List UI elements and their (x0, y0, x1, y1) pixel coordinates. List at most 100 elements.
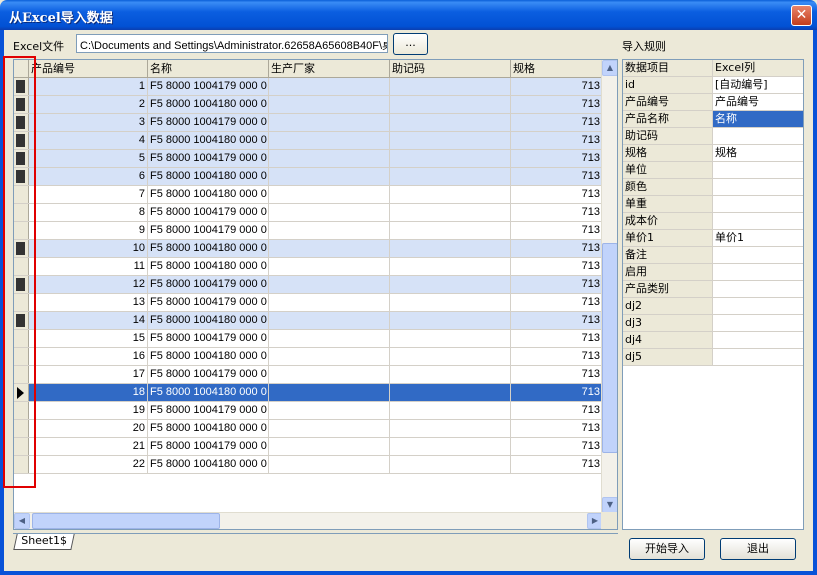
table-row[interactable]: 11 F5 8000 1004180 000 0 0 713 (14, 258, 603, 276)
cell-name[interactable]: F5 8000 1004179 000 0 0 (148, 438, 269, 455)
rule-excel-column[interactable] (713, 162, 803, 178)
cell-manufacturer[interactable] (269, 132, 390, 149)
cell-spec[interactable]: 713 (511, 204, 603, 221)
table-row[interactable]: 9 F5 8000 1004179 000 0 0 713 (14, 222, 603, 240)
cell-name[interactable]: F5 8000 1004180 000 0 0 (148, 132, 269, 149)
rules-row[interactable]: 颜色 (623, 179, 803, 196)
vertical-scrollbar[interactable]: ▲ ▼ (601, 60, 617, 513)
table-row[interactable]: 21 F5 8000 1004179 000 0 0 713 (14, 438, 603, 456)
cell-manufacturer[interactable] (269, 204, 390, 221)
table-row[interactable]: 19 F5 8000 1004179 000 0 0 713 (14, 402, 603, 420)
cell-name[interactable]: F5 8000 1004179 000 0 0 (148, 78, 269, 95)
cell-manufacturer[interactable] (269, 222, 390, 239)
rule-excel-column[interactable] (713, 247, 803, 263)
table-row[interactable]: 14 F5 8000 1004180 000 0 0 713 (14, 312, 603, 330)
rules-row[interactable]: 助记码 (623, 128, 803, 145)
horizontal-scroll-thumb[interactable] (32, 513, 220, 529)
table-row[interactable]: 16 F5 8000 1004180 000 0 0 713 (14, 348, 603, 366)
rule-excel-column[interactable] (713, 264, 803, 280)
cell-product-code[interactable]: 15 (29, 330, 148, 347)
sheet-tab[interactable]: Sheet1$ (13, 534, 75, 550)
cell-product-code[interactable]: 9 (29, 222, 148, 239)
table-row[interactable]: 15 F5 8000 1004179 000 0 0 713 (14, 330, 603, 348)
cell-manufacturer[interactable] (269, 96, 390, 113)
table-row[interactable]: 8 F5 8000 1004179 000 0 0 713 (14, 204, 603, 222)
cell-mnemonic[interactable] (390, 456, 511, 473)
cell-mnemonic[interactable] (390, 312, 511, 329)
cell-product-code[interactable]: 1 (29, 78, 148, 95)
cell-spec[interactable]: 713 (511, 402, 603, 419)
data-grid[interactable]: 产品编号 名称 生产厂家 助记码 规格 1 F5 8000 1004179 000… (13, 59, 618, 530)
cell-product-code[interactable]: 16 (29, 348, 148, 365)
rules-row[interactable]: 成本价 (623, 213, 803, 230)
cell-name[interactable]: F5 8000 1004179 000 0 0 (148, 222, 269, 239)
rule-excel-column[interactable]: 产品编号 (713, 94, 803, 110)
table-row[interactable]: 22 F5 8000 1004180 000 0 0 713 (14, 456, 603, 474)
cell-spec[interactable]: 713 (511, 168, 603, 185)
cell-manufacturer[interactable] (269, 294, 390, 311)
cell-spec[interactable]: 713 (511, 78, 603, 95)
cell-mnemonic[interactable] (390, 78, 511, 95)
cell-mnemonic[interactable] (390, 420, 511, 437)
table-row[interactable]: 6 F5 8000 1004180 000 0 0 713 (14, 168, 603, 186)
cell-name[interactable]: F5 8000 1004179 000 0 0 (148, 330, 269, 347)
cell-manufacturer[interactable] (269, 366, 390, 383)
cell-manufacturer[interactable] (269, 186, 390, 203)
rules-row[interactable]: dj5 (623, 349, 803, 366)
scroll-left-icon[interactable]: ◀ (14, 513, 30, 529)
cell-manufacturer[interactable] (269, 420, 390, 437)
cell-mnemonic[interactable] (390, 168, 511, 185)
rules-row[interactable]: 产品类别 (623, 281, 803, 298)
cell-product-code[interactable]: 17 (29, 366, 148, 383)
cell-product-code[interactable]: 4 (29, 132, 148, 149)
cell-mnemonic[interactable] (390, 258, 511, 275)
cell-mnemonic[interactable] (390, 330, 511, 347)
table-row[interactable]: 20 F5 8000 1004180 000 0 0 713 (14, 420, 603, 438)
excel-path-field[interactable]: C:\Documents and Settings\Administrator.… (76, 34, 388, 53)
rule-excel-column[interactable]: 单价1 (713, 230, 803, 246)
cell-mnemonic[interactable] (390, 366, 511, 383)
rules-row[interactable]: 产品名称 名称 (623, 111, 803, 128)
table-row[interactable]: 2 F5 8000 1004180 000 0 0 713 (14, 96, 603, 114)
cell-manufacturer[interactable] (269, 384, 390, 401)
table-row[interactable]: 12 F5 8000 1004179 000 0 0 713 (14, 276, 603, 294)
table-row[interactable]: 3 F5 8000 1004179 000 0 0 713 (14, 114, 603, 132)
cell-name[interactable]: F5 8000 1004179 000 0 0 (148, 402, 269, 419)
cell-spec[interactable]: 713 (511, 384, 603, 401)
browse-button[interactable]: ... (393, 33, 428, 55)
horizontal-scrollbar[interactable]: ◀ ▶ (14, 512, 603, 529)
cell-mnemonic[interactable] (390, 402, 511, 419)
cell-name[interactable]: F5 8000 1004180 000 0 0 (148, 258, 269, 275)
cell-manufacturer[interactable] (269, 78, 390, 95)
cell-name[interactable]: F5 8000 1004179 000 0 0 (148, 114, 269, 131)
rule-excel-column[interactable]: [自动编号] (713, 77, 803, 93)
cell-spec[interactable]: 713 (511, 330, 603, 347)
cell-spec[interactable]: 713 (511, 456, 603, 473)
rules-row[interactable]: id [自动编号] (623, 77, 803, 94)
rules-row[interactable]: 备注 (623, 247, 803, 264)
cell-manufacturer[interactable] (269, 276, 390, 293)
cell-mnemonic[interactable] (390, 186, 511, 203)
cell-product-code[interactable]: 18 (29, 384, 148, 401)
rule-excel-column[interactable]: 规格 (713, 145, 803, 161)
rule-excel-column[interactable] (713, 281, 803, 297)
rules-row[interactable]: 规格 规格 (623, 145, 803, 162)
col-header-product-code[interactable]: 产品编号 (29, 60, 148, 77)
cell-product-code[interactable]: 6 (29, 168, 148, 185)
rules-row[interactable]: 启用 (623, 264, 803, 281)
cell-name[interactable]: F5 8000 1004179 000 0 0 (148, 204, 269, 221)
rules-row[interactable]: dj2 (623, 298, 803, 315)
cell-spec[interactable]: 713 (511, 348, 603, 365)
cell-product-code[interactable]: 5 (29, 150, 148, 167)
rule-excel-column[interactable] (713, 332, 803, 348)
cell-manufacturer[interactable] (269, 258, 390, 275)
cell-mnemonic[interactable] (390, 438, 511, 455)
table-row[interactable]: 18 F5 8000 1004180 000 0 0 713 (14, 384, 603, 402)
cell-spec[interactable]: 713 (511, 258, 603, 275)
cell-name[interactable]: F5 8000 1004180 000 0 0 (148, 240, 269, 257)
rule-excel-column[interactable] (713, 315, 803, 331)
rule-excel-column[interactable] (713, 349, 803, 365)
col-header-mnemonic[interactable]: 助记码 (390, 60, 511, 77)
cell-product-code[interactable]: 8 (29, 204, 148, 221)
rule-excel-column[interactable] (713, 179, 803, 195)
